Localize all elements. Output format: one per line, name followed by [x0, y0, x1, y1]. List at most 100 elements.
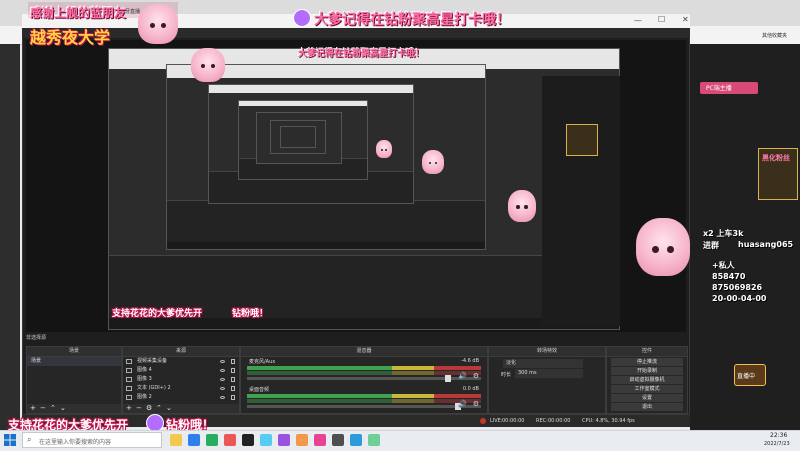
transitions-dock-title: 转场特效 [489, 347, 605, 357]
mascot-icon [376, 140, 392, 158]
lock-icon[interactable] [231, 386, 235, 391]
app-icon[interactable] [224, 434, 236, 446]
minimize-icon[interactable]: — [634, 16, 642, 25]
clock-date[interactable]: 2022/7/23 [764, 441, 790, 447]
source-item[interactable]: 视频采集设备 [123, 357, 239, 366]
lock-icon[interactable] [231, 368, 235, 373]
follow-prefix: 进群 [703, 241, 719, 250]
remove-scene-icon[interactable]: − [40, 404, 46, 413]
track-db: 0.0 dB [462, 386, 479, 392]
track-label: 麦克风/Aux [249, 359, 276, 365]
mascot-icon [636, 218, 690, 276]
app-icon[interactable] [278, 434, 290, 446]
visibility-icon[interactable] [220, 369, 225, 372]
sources-dock: 来源 视频采集设备 图像 4 图像 3 文本 (GDI+) 2 图像 2 + −… [122, 346, 240, 414]
pc-tag-label: PC端主播 [706, 85, 732, 92]
add-scene-icon[interactable]: + [30, 404, 36, 413]
add-source-icon[interactable]: + [126, 404, 132, 413]
obs-preview[interactable]: 大爹记得在钻粉聚高星打卡哦！ 支持花花的大爹优先开 钻粉哦！ [26, 40, 686, 332]
settings-button[interactable]: 设置 [611, 394, 683, 402]
maximize-icon[interactable]: ☐ [658, 15, 665, 24]
move-up-icon[interactable]: ⌃ [50, 404, 56, 413]
mode-label: 非选择源 [26, 335, 47, 341]
obs-icon[interactable] [242, 434, 254, 446]
volume-slider[interactable] [247, 375, 481, 382]
stop-streaming-button[interactable]: 停止推流 [611, 358, 683, 366]
lock-icon[interactable] [231, 395, 235, 400]
transition-select[interactable]: 淡化 [503, 359, 583, 368]
clock-time[interactable]: 22:36 [770, 432, 787, 439]
duration-input[interactable]: 300 ms [515, 369, 583, 378]
pc-tag: PC端主播 [700, 82, 758, 94]
obs-menu-bar [22, 28, 690, 38]
visibility-icon[interactable] [220, 378, 225, 381]
nested-right-panel [542, 76, 620, 326]
gear-icon[interactable]: ⚙ [473, 400, 479, 408]
exit-button[interactable]: 退出 [611, 403, 683, 411]
track-label: 桌面音频 [249, 387, 270, 393]
mascot-icon [191, 48, 225, 82]
side-tag-card: 黑化粉丝 [758, 148, 798, 200]
controls-dock: 控件 停止推流 开始录制 启动虚拟摄像机 工作室模式 设置 退出 [606, 346, 688, 414]
nested-bottom-banner-post: 钻粉哦！ [232, 309, 269, 319]
mixer-track: 桌面音频 0.0 dB 🔊 ⚙ [241, 385, 487, 413]
audio-meter [247, 394, 481, 398]
favorites-link[interactable]: 其他收藏夹 [762, 32, 787, 39]
remove-source-icon[interactable]: − [136, 404, 142, 413]
edge-icon[interactable] [188, 434, 200, 446]
lock-icon[interactable] [231, 359, 235, 364]
scene-item[interactable]: 场景 [27, 357, 121, 366]
lock-icon[interactable] [231, 377, 235, 382]
app-icon[interactable] [332, 434, 344, 446]
file-explorer-icon[interactable] [170, 434, 182, 446]
start-recording-button[interactable]: 开始录制 [611, 367, 683, 375]
source-type-icon [126, 386, 132, 391]
source-item[interactable]: 图像 3 [123, 375, 239, 384]
move-down-icon[interactable]: ⌄ [60, 404, 66, 413]
app-icon[interactable] [260, 434, 272, 446]
speaker-icon[interactable]: 🔊 [458, 400, 467, 408]
search-icon: ⌕ [27, 435, 32, 444]
app-icon[interactable] [368, 434, 380, 446]
move-up-icon[interactable]: ⌃ [156, 404, 162, 413]
visibility-icon[interactable] [220, 360, 225, 363]
move-down-icon[interactable]: ⌄ [166, 404, 172, 413]
diamond-badge-icon [293, 9, 311, 27]
taskbar-search[interactable]: ⌕ 在这里输入你要搜索的内容 [22, 432, 162, 448]
sources-dock-title: 来源 [123, 347, 239, 357]
nested-frame-7 [280, 126, 316, 148]
source-item[interactable]: 图像 4 [123, 366, 239, 375]
app-icon[interactable] [314, 434, 326, 446]
top-left-sub-banner: 越秀夜大学 [30, 28, 111, 47]
controls-dock-title: 控件 [607, 347, 687, 357]
source-settings-icon[interactable]: ⚙ [146, 404, 152, 413]
gear-icon[interactable]: ⚙ [473, 372, 479, 380]
cpu-readout: CPU: 4.8%, 30.94 fps [582, 418, 635, 424]
app-icon[interactable] [296, 434, 308, 446]
close-icon[interactable]: ✕ [682, 15, 689, 24]
scenes-dock: 场景 场景 + − ⌃ ⌄ [26, 346, 122, 414]
live-badge: 直播中 [734, 364, 766, 386]
studio-mode-button[interactable]: 工作室模式 [611, 385, 683, 393]
transitions-dock: 转场特效 淡化 时长 300 ms [488, 346, 606, 414]
browser-left-sidebar [0, 44, 20, 430]
mascot-icon [422, 150, 444, 174]
volume-slider[interactable] [247, 403, 481, 410]
live-label: LIVE: [490, 418, 503, 424]
virtual-camera-button[interactable]: 启动虚拟摄像机 [611, 376, 683, 384]
windows-start-icon[interactable] [4, 434, 16, 446]
steam-icon[interactable] [350, 434, 362, 446]
source-item[interactable]: 图像 2 [123, 393, 239, 402]
audio-meter [247, 399, 481, 403]
slider-handle[interactable] [445, 375, 452, 382]
chrome-icon[interactable] [206, 434, 218, 446]
visibility-icon[interactable] [220, 387, 225, 390]
speaker-icon[interactable]: 🔊 [458, 372, 467, 380]
visibility-icon[interactable] [220, 396, 225, 399]
source-item[interactable]: 文本 (GDI+) 2 [123, 384, 239, 393]
rec-label: REC: [536, 418, 548, 424]
follow-name: huasang065 [738, 240, 794, 249]
nested-top-banner: 大爹记得在钻粉聚高星打卡哦！ [298, 49, 425, 59]
live-indicator-icon [480, 418, 486, 424]
side-tag-label: 黑化粉丝 [762, 154, 790, 162]
